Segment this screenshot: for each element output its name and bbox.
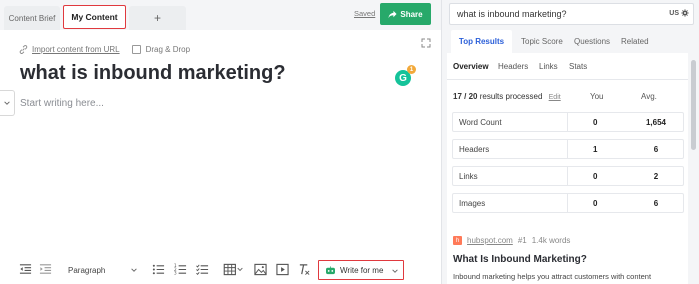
table-icon[interactable] [223, 263, 245, 276]
document-title[interactable]: what is inbound marketing? [20, 62, 286, 85]
processed-summary: 17 / 20 results processed Edit [453, 92, 561, 101]
edit-link[interactable]: Edit [549, 94, 561, 101]
drag-drop-label: Drag & Drop [145, 45, 191, 54]
expand-icon[interactable] [421, 38, 431, 48]
sidebar-toggle[interactable] [0, 90, 15, 116]
write-for-me-label: Write for me [340, 265, 384, 275]
chevron-down-icon [4, 101, 10, 105]
tab-my-content[interactable]: My Content [63, 5, 126, 29]
metric-row: Images 0 6 [452, 193, 684, 213]
grammarly-icon[interactable]: G 1 [395, 65, 416, 86]
tab-related[interactable]: Related [621, 37, 649, 46]
numbered-list-icon[interactable]: 123 [174, 263, 187, 276]
editor-tab-bar: Content Brief My Content + Saved Share [0, 0, 441, 30]
gear-icon [681, 9, 689, 17]
metric-row: Headers 1 6 [452, 139, 684, 159]
clear-format-icon[interactable] [298, 263, 311, 276]
link-icon [19, 45, 28, 54]
metric-label: Links [459, 172, 478, 181]
tab-content-brief[interactable]: Content Brief [4, 6, 60, 30]
metric-you: 0 [593, 118, 598, 127]
metric-avg: 6 [653, 145, 659, 154]
tab-topic-score[interactable]: Topic Score [521, 37, 563, 46]
column-separator [567, 194, 568, 212]
outdent-icon[interactable] [19, 263, 32, 276]
chevron-down-icon [392, 269, 398, 273]
column-you: You [590, 92, 604, 101]
editor-pane: Content Brief My Content + Saved Share I… [0, 0, 441, 284]
metric-avg: 2 [653, 172, 659, 181]
share-label: Share [400, 9, 423, 19]
grammarly-badge: 1 [407, 65, 416, 74]
metric-you: 0 [593, 199, 598, 208]
share-button[interactable]: Share [380, 3, 431, 25]
import-row: Import content from URL Drag & Drop [19, 45, 190, 54]
column-avg: Avg. [641, 92, 657, 101]
subtab-stats[interactable]: Stats [569, 62, 587, 71]
subtab-headers[interactable]: Headers [498, 62, 528, 71]
saved-status[interactable]: Saved [354, 9, 375, 18]
indent-icon[interactable] [39, 263, 52, 276]
metric-avg: 1,654 [645, 118, 667, 127]
result-snippet: Inbound marketing helps you attract cust… [453, 272, 652, 281]
subtab-divider [447, 79, 688, 80]
checklist-icon[interactable] [196, 263, 209, 276]
image-icon[interactable] [254, 263, 267, 276]
import-url-link[interactable]: Import content from URL [32, 45, 120, 54]
keyword-search-value: what is inbound marketing? [457, 9, 567, 19]
subtab-overview[interactable]: Overview [453, 62, 489, 71]
column-separator [567, 167, 568, 185]
result-domain-link[interactable]: hubspot.com [467, 236, 513, 245]
metric-you: 0 [593, 172, 598, 181]
keyword-search-input[interactable]: what is inbound marketing? US [449, 3, 694, 25]
results-scrollbar-thumb[interactable] [691, 60, 696, 150]
metric-label: Headers [459, 145, 490, 154]
share-icon [388, 10, 397, 18]
metric-row: Links 0 2 [452, 166, 684, 186]
paragraph-select-value: Paragraph [68, 265, 106, 275]
column-separator [567, 113, 568, 131]
region-selector[interactable]: US [669, 9, 689, 17]
video-icon[interactable] [276, 263, 289, 276]
add-tab-button[interactable]: + [129, 6, 186, 30]
tab-questions[interactable]: Questions [574, 37, 610, 46]
chevron-down-icon [131, 268, 137, 272]
tab-top-results[interactable]: Top Results [451, 30, 512, 53]
result-title[interactable]: What Is Inbound Marketing? [453, 254, 587, 265]
metric-you: 1 [593, 145, 598, 154]
hubspot-favicon-icon: h [453, 236, 462, 245]
metric-label: Images [459, 199, 486, 208]
write-for-me-button[interactable]: Write for me [318, 260, 404, 280]
metric-avg: 6 [653, 199, 659, 208]
robot-icon [326, 265, 335, 274]
result-word-count: 1.4k words [531, 236, 571, 245]
editor-body[interactable]: Start writing here... [20, 98, 104, 109]
metric-label: Word Count [459, 118, 502, 127]
paragraph-select[interactable]: Paragraph [62, 262, 140, 278]
checkbox-icon[interactable] [131, 45, 141, 54]
region-label: US [669, 9, 679, 17]
subtab-links[interactable]: Links [539, 62, 558, 71]
result-source: h hubspot.com #1 1.4k words [453, 236, 570, 245]
processed-count: 17 / 20 [453, 92, 478, 101]
result-rank: #1 [517, 236, 527, 245]
svg-text:3: 3 [174, 271, 177, 276]
processed-text: results processed [479, 92, 543, 101]
metric-row: Word Count 0 1,654 [452, 112, 684, 132]
column-separator [567, 140, 568, 158]
bullet-list-icon[interactable] [152, 263, 165, 276]
